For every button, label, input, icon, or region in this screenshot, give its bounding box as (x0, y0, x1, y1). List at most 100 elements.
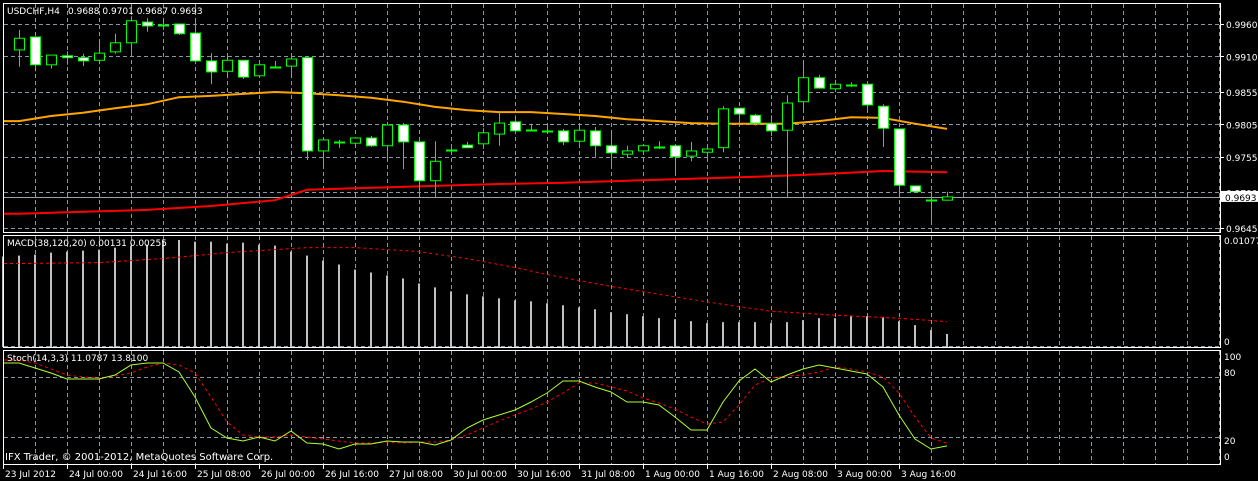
macd-bar (482, 296, 484, 347)
macd-bar (914, 325, 916, 347)
macd-bar (178, 240, 180, 347)
candle-body (430, 160, 441, 182)
macd-bar (370, 272, 372, 347)
trading-chart[interactable]: 0.99600.99100.98550.98050.97550.97000.96… (0, 0, 1258, 481)
candle-body (14, 37, 25, 51)
macd-bar (450, 291, 452, 347)
time-label: 31 Jul 08:00 (581, 470, 635, 480)
macd-bar (322, 260, 324, 347)
macd-bar (386, 275, 388, 347)
candle[interactable] (366, 136, 377, 148)
macd-bar (690, 321, 692, 347)
candle-body (862, 83, 873, 106)
time-label: 27 Jul 08:00 (389, 470, 443, 480)
macd-bar (498, 298, 500, 347)
macd-bar (226, 243, 228, 347)
candle-body (462, 144, 473, 149)
candle-body (46, 54, 57, 66)
candle[interactable] (302, 57, 313, 160)
stoch-level-100: 100 (1224, 353, 1241, 363)
time-label: 26 Jul 00:00 (261, 470, 315, 480)
candle[interactable] (718, 106, 729, 153)
ohlc-readout: 0.9688 0.9701 0.9687 0.9693 (68, 7, 203, 17)
candle-body (382, 124, 393, 147)
time-label: 25 Jul 08:00 (197, 470, 251, 480)
candle[interactable] (862, 83, 873, 109)
macd-bar (818, 318, 820, 347)
macd-bar (210, 241, 212, 347)
macd-bar (66, 251, 68, 347)
candle-body (302, 57, 313, 152)
candle-body (238, 59, 249, 78)
time-label: 3 Aug 16:00 (901, 470, 956, 480)
time-label: 26 Jul 16:00 (325, 470, 379, 480)
candle[interactable] (174, 23, 185, 36)
macd-bar (98, 249, 100, 347)
macd-bar (850, 316, 852, 347)
price-label: 0.9960 (1226, 21, 1258, 31)
candle-body (366, 137, 377, 147)
candle-body (78, 57, 89, 62)
candle-body (190, 32, 201, 62)
macd-bar (770, 323, 772, 347)
macd-bar (866, 316, 868, 347)
candle-body (94, 52, 105, 61)
time-label: 23 Jul 2012 (5, 470, 56, 480)
candle-body (574, 129, 585, 142)
candle-body (670, 145, 681, 158)
candle-body (942, 196, 953, 201)
candle[interactable] (238, 59, 249, 80)
stoch-level-80: 80 (1224, 369, 1236, 379)
candle-body (766, 123, 777, 132)
macd-bar (642, 316, 644, 347)
time-label: 24 Jul 16:00 (133, 470, 187, 480)
price-label: 0.9910 (1226, 53, 1258, 63)
macd-bar (418, 283, 420, 347)
current-price-label: 0.9693 (1225, 194, 1257, 204)
candle-body (494, 122, 505, 135)
candle-body (286, 58, 297, 67)
macd-bar (802, 320, 804, 347)
candle-body (206, 60, 217, 73)
candle-body (510, 121, 521, 132)
candle-body (110, 42, 121, 53)
price-label: 0.9645 (1226, 225, 1258, 235)
macd-bar (194, 241, 196, 347)
candle-body (478, 132, 489, 145)
macd-bar (578, 307, 580, 347)
candle-body (174, 23, 185, 35)
macd-bar (162, 240, 164, 347)
macd-bar (18, 255, 20, 347)
macd-bar (834, 318, 836, 347)
candle[interactable] (910, 185, 921, 194)
candle-body (30, 36, 41, 66)
time-label: 1 Aug 16:00 (709, 470, 764, 480)
candle-body (894, 128, 905, 186)
candle-body (414, 141, 425, 182)
macd-bar (114, 247, 116, 347)
macd-bar (34, 254, 36, 347)
candle-body (734, 107, 745, 115)
candle-body (622, 150, 633, 155)
candle-body (558, 130, 569, 143)
macd-bar (434, 287, 436, 347)
macd-bar (754, 322, 756, 347)
macd-zero-label: 0 (1224, 338, 1230, 348)
macd-bar (530, 301, 532, 347)
macd-bar (674, 319, 676, 347)
price-axis[interactable]: 0.99600.99100.98550.98050.97550.97000.96… (1220, 21, 1258, 235)
candle-body (126, 20, 137, 44)
candle-body (254, 64, 265, 77)
candle-body (686, 150, 697, 157)
macd-bar (706, 323, 708, 347)
macd-label: MACD(38,120,20) 0.00131 0.00255 (7, 239, 167, 249)
macd-bar (882, 317, 884, 347)
macd-bar (594, 309, 596, 347)
macd-bar (258, 244, 260, 347)
macd-bar (514, 300, 516, 347)
macd-bar (50, 252, 52, 347)
macd-bar (658, 318, 660, 347)
time-label: 30 Jul 16:00 (517, 470, 571, 480)
macd-bar (930, 330, 932, 347)
candle-body (830, 83, 841, 90)
